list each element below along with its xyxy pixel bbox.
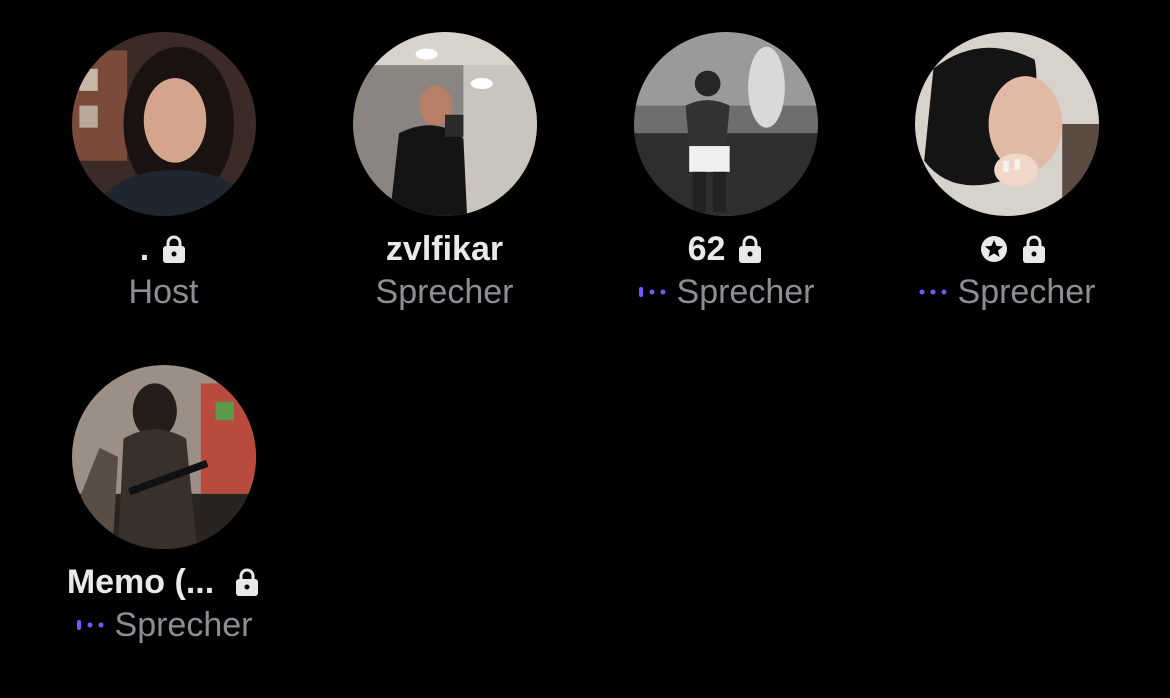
role-row: Sprecher xyxy=(376,272,514,312)
participant-card[interactable]: Memo (... Sprecher xyxy=(23,365,304,698)
avatar-boxer-photo xyxy=(633,32,818,216)
name-row: 62 xyxy=(688,230,764,268)
participant-role: Host xyxy=(128,273,199,311)
participant-name: Memo (... xyxy=(66,563,215,601)
participant-role: Sprecher xyxy=(957,273,1096,311)
avatar-woman-selfie xyxy=(71,32,256,216)
avatar[interactable] xyxy=(914,32,1099,216)
lock-icon xyxy=(236,568,259,596)
participant-role: Sprecher xyxy=(375,273,514,311)
participant-name: zvlfikar xyxy=(385,230,504,268)
avatar[interactable] xyxy=(71,365,256,549)
role-row: Host xyxy=(129,272,199,312)
avatar[interactable] xyxy=(352,32,537,216)
role-row: Sprecher xyxy=(75,605,253,645)
lock-icon xyxy=(739,235,762,263)
participant-card[interactable]: . Host xyxy=(23,32,304,365)
participant-card[interactable]: Sprecher xyxy=(866,32,1147,365)
avatar[interactable] xyxy=(633,32,818,216)
speaking-indicator-icon xyxy=(76,620,104,630)
participant-role: Sprecher xyxy=(676,273,815,311)
speaking-indicator-icon xyxy=(919,289,947,295)
speaking-indicator-icon xyxy=(638,287,666,297)
participants-grid: . Host zvlfikar Sprecher 62 Sprecher Spr… xyxy=(23,32,1147,698)
participant-name: . xyxy=(139,230,150,268)
name-row: . xyxy=(140,230,187,268)
lock-icon xyxy=(163,235,186,263)
lock-icon xyxy=(1022,235,1045,263)
participant-name: 62 xyxy=(687,230,726,268)
participant-card[interactable]: zvlfikar Sprecher xyxy=(304,32,585,365)
name-row: zvlfikar xyxy=(386,230,503,268)
star-circle-icon xyxy=(980,236,1007,262)
name-row: Memo (... xyxy=(67,563,260,601)
avatar-hooded-figure xyxy=(71,365,256,549)
role-row: Sprecher xyxy=(637,272,815,312)
avatar[interactable] xyxy=(71,32,256,216)
name-row xyxy=(967,230,1047,268)
role-row: Sprecher xyxy=(918,272,1096,312)
avatar-man-mirror-selfie xyxy=(352,32,537,216)
avatar-woman-surprised xyxy=(914,32,1099,216)
participant-card[interactable]: 62 Sprecher xyxy=(585,32,866,365)
participant-role: Sprecher xyxy=(114,606,253,644)
